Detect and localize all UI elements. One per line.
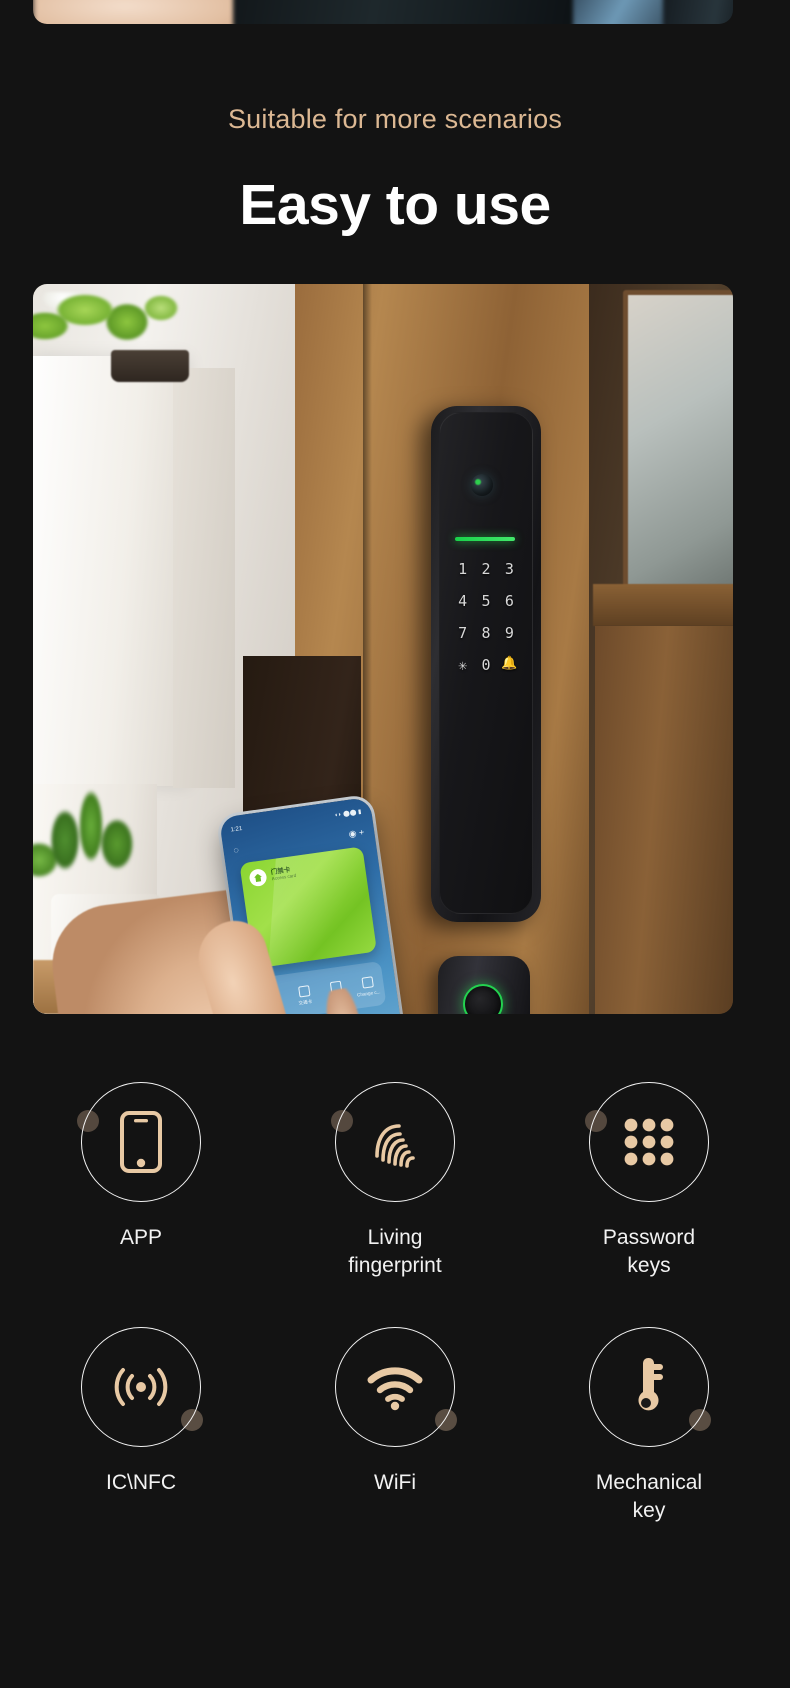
- feature-password-keys[interactable]: Password keys: [556, 1082, 742, 1279]
- feature-label-line: keys: [627, 1253, 671, 1277]
- feature-ic-nfc[interactable]: IC\NFC: [48, 1327, 234, 1497]
- feature-label-line: WiFi: [374, 1471, 416, 1495]
- feature-circle: [589, 1327, 709, 1448]
- feature-label-line: fingerprint: [348, 1253, 442, 1277]
- feature-label: APP: [48, 1224, 234, 1252]
- feature-mechanical-key[interactable]: Mechanical key: [556, 1327, 742, 1524]
- phone-status-indicators: ◖◗ ⬤⬤ ▮: [333, 809, 362, 819]
- top-strip-layers: [33, 0, 733, 24]
- top-image-strip: [33, 0, 733, 24]
- feature-label-line: Living: [367, 1226, 423, 1249]
- phone-tab-transit-card[interactable]: 交通卡: [288, 984, 320, 1007]
- feature-circle: [335, 1327, 455, 1448]
- feature-circle: [81, 1082, 201, 1202]
- section-eyebrow: Suitable for more scenarios: [227, 104, 563, 134]
- keypad-key: 9: [504, 624, 514, 642]
- feature-wifi[interactable]: WiFi: [302, 1327, 488, 1497]
- plant-lower: [33, 782, 175, 902]
- phone-status-time: 1:21: [230, 825, 243, 833]
- feature-circle: [589, 1082, 709, 1202]
- keypad-key: 7: [458, 624, 468, 642]
- feature-circle: [81, 1327, 201, 1448]
- lock-keypad: 1 2 3 4 5 6 7 8 9 ✳ 0 🔔: [451, 560, 521, 674]
- page-title: Easy to use: [239, 173, 551, 237]
- card-titles: 门禁卡 Access card: [270, 866, 296, 883]
- feature-icon-wrap: [331, 1082, 455, 1202]
- bus-icon: [297, 985, 311, 998]
- window-sill: [593, 584, 733, 626]
- phone-actions-icons[interactable]: ◉ +: [348, 826, 365, 839]
- feature-list: APP Living fingerprint Password keys IC\…: [0, 1082, 790, 1525]
- fingerprint-icon: [375, 1124, 415, 1168]
- feature-living-fingerprint[interactable]: Living fingerprint: [302, 1082, 488, 1279]
- feature-row: APP Living fingerprint Password keys: [0, 1082, 790, 1279]
- tab-label: 交通卡: [298, 999, 313, 1007]
- lock-camera-icon: [471, 474, 493, 496]
- feature-row: IC\NFC WiFi Mechanical key: [0, 1327, 790, 1524]
- pedestal-tall: [33, 356, 183, 786]
- keypad-key: 8: [481, 624, 491, 642]
- keypad-key: 6: [504, 592, 514, 610]
- keypad-key: 1: [458, 560, 468, 578]
- plant-pot-upper: [111, 350, 189, 382]
- top-strip-dark-clothing-2: [663, 0, 733, 24]
- feature-label-line: Password: [602, 1226, 696, 1249]
- wifi-icon: [367, 1367, 423, 1411]
- keypad-key: 5: [481, 592, 491, 610]
- keypad-key: 2: [481, 560, 491, 578]
- feature-icon-wrap: [589, 1327, 711, 1448]
- card-title: 门禁卡: [270, 866, 291, 876]
- feature-label: IC\NFC: [48, 1469, 234, 1497]
- card-subtitle: Access card: [271, 873, 297, 882]
- mechanical-key-icon: [638, 1358, 663, 1411]
- keypad-key: 4: [458, 592, 468, 610]
- feature-icon-wrap: [335, 1327, 457, 1448]
- top-strip-dark-clothing: [233, 0, 593, 24]
- feature-label-line: APP: [119, 1226, 163, 1249]
- feature-circle: [335, 1082, 455, 1202]
- hero-scene: 1 2 3 4 5 6 7 8 9 ✳ 0 🔔 1:21 ◖◗ ⬤⬤ ▮ ◌ ◉…: [33, 284, 733, 1014]
- top-strip-skin-tone: [33, 0, 263, 24]
- keypad-key: 0: [481, 656, 491, 674]
- keypad-doorbell-icon: 🔔: [501, 656, 518, 671]
- hero-image: 1 2 3 4 5 6 7 8 9 ✳ 0 🔔 1:21 ◖◗ ⬤⬤ ▮ ◌ ◉…: [33, 284, 733, 1014]
- feature-label-line: IC\NFC: [106, 1471, 176, 1495]
- wall-mirror: [623, 290, 733, 590]
- feature-icon-wrap: [77, 1082, 201, 1202]
- feature-label: WiFi: [302, 1469, 488, 1497]
- lock-status-indicator: [455, 537, 515, 541]
- nfc-waves-icon: [114, 1368, 168, 1407]
- home-icon: [248, 868, 268, 888]
- feature-label: Living fingerprint: [302, 1224, 488, 1279]
- feature-label: Password keys: [556, 1224, 742, 1279]
- feature-icon-wrap: [585, 1082, 709, 1202]
- feature-label: Mechanical key: [556, 1469, 742, 1524]
- keypad-key-star: ✳: [458, 656, 468, 674]
- feature-app[interactable]: APP: [48, 1082, 234, 1252]
- feature-label-line: Mechanical: [595, 1471, 703, 1495]
- card-header: 门禁卡 Access card: [248, 864, 297, 888]
- mobile-phone-icon: [120, 1111, 162, 1173]
- feature-label-line: key: [632, 1499, 666, 1523]
- feature-icon-wrap: [81, 1327, 203, 1448]
- pedestal-mid: [173, 368, 235, 788]
- keypad-dots-icon: [624, 1118, 674, 1166]
- keypad-key: 3: [504, 560, 514, 578]
- wall-panel: [595, 626, 733, 1014]
- phone-back-icon[interactable]: ◌: [233, 845, 240, 856]
